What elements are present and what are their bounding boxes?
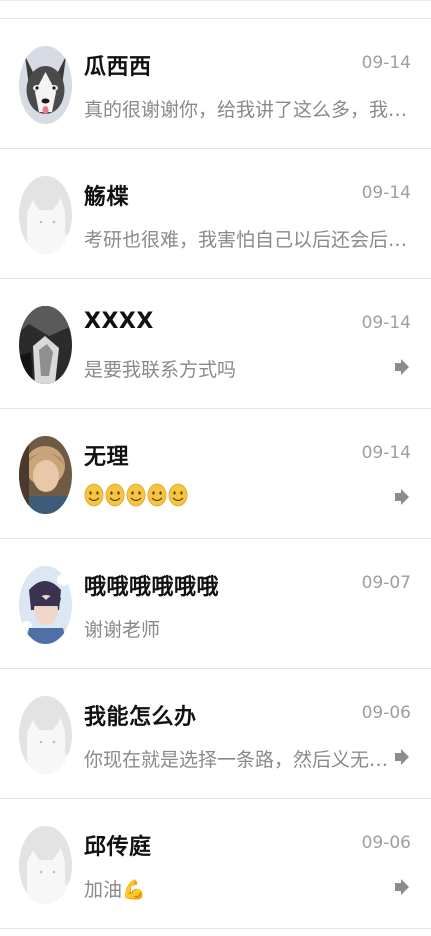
contact-name: 哦哦哦哦哦哦 [84,575,220,600]
message-preview: 加油💪 [84,879,146,901]
chat-item[interactable]: 我能怎么办 09-06 你现在就是选择一条路，然后义无反顾，不... [0,669,431,799]
contact-name: 我能怎么办 [84,705,197,730]
chat-item[interactable]: XXXX 09-14 是要我联系方式吗 [0,279,431,409]
forward-icon [395,879,409,895]
message-preview: 是要我联系方式吗 [84,359,237,381]
contact-name: 瓜西西 [84,55,152,80]
contact-name: 无理 [84,445,130,470]
forward-icon [395,489,409,505]
default-cat-avatar[interactable] [19,176,72,254]
message-time: 09-14 [361,313,411,333]
message-time: 09-06 [361,703,411,723]
contact-name: 邱传庭 [84,835,152,860]
contact-name: XXXX [84,309,154,334]
chat-item[interactable]: 哦哦哦哦哦哦 09-07 谢谢老师 [0,539,431,669]
chat-item[interactable]: 无理 09-14 [0,409,431,539]
smile-emoji-icon [105,483,125,507]
message-time: 09-14 [361,443,411,463]
contact-name: 觞楪 [84,185,130,210]
message-preview: 谢谢老师 [84,619,161,641]
message-time: 09-14 [361,183,411,203]
message-preview: 考研也很难，我害怕自己以后还会后悔高中没... [84,229,409,251]
message-preview: 真的很谢谢你，给我讲了这么多，我会好好想... [84,99,409,121]
chat-list: 瓜西西 09-14 真的很谢谢你，给我讲了这么多，我会好好想... 觞楪 09-… [0,19,431,929]
message-time: 09-06 [361,833,411,853]
emoji-preview [84,483,188,507]
smile-emoji-icon [168,483,188,507]
top-edge [0,0,431,1]
message-preview: 你现在就是选择一条路，然后义无反顾，不... [84,749,389,771]
smile-emoji-icon [147,483,167,507]
chat-item[interactable]: 邱传庭 09-06 加油💪 [0,799,431,929]
anime-photo-avatar[interactable] [19,566,72,644]
portrait-photo-avatar[interactable] [19,436,72,514]
forward-icon [395,359,409,375]
default-cat-avatar[interactable] [19,826,72,904]
chat-item[interactable]: 觞楪 09-14 考研也很难，我害怕自己以后还会后悔高中没... [0,149,431,279]
forward-icon [395,749,409,765]
smile-emoji-icon [84,483,104,507]
message-time: 09-07 [361,573,411,593]
message-time: 09-14 [361,53,411,73]
smile-emoji-icon [126,483,146,507]
chat-item[interactable]: 瓜西西 09-14 真的很谢谢你，给我讲了这么多，我会好好想... [0,19,431,149]
husky-dog-avatar[interactable] [19,46,72,124]
default-cat-avatar[interactable] [19,696,72,774]
dark-photo-avatar[interactable] [19,306,72,384]
